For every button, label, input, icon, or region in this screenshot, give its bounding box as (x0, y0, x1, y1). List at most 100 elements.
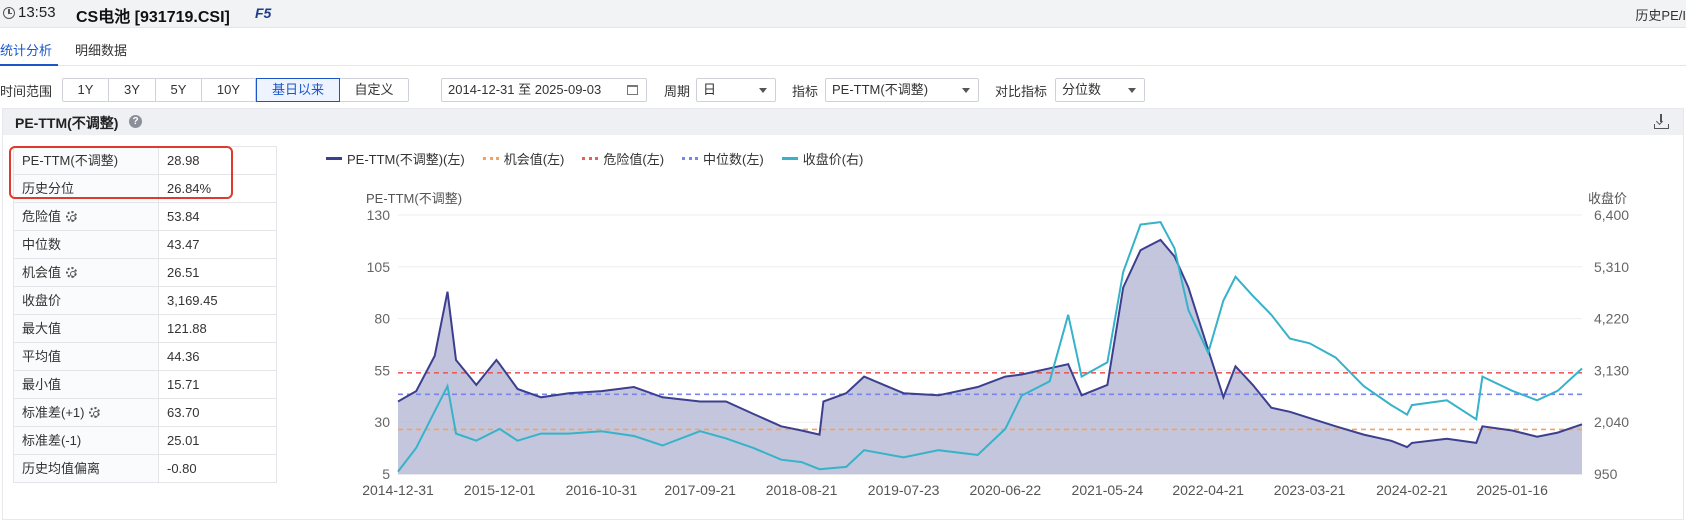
panel-header: PE-TTM(不调整) ? (3, 109, 1683, 135)
legend-swatch (482, 156, 499, 160)
compare-label: 对比指标 (995, 84, 1048, 99)
legend-item-median[interactable]: 中位数(左) (682, 150, 764, 167)
tab-bar: 统计分析 明细数据 (0, 30, 1686, 66)
stats-row: PE-TTM(不调整) 28.98 (14, 147, 277, 175)
date-range-picker[interactable]: 2014-12-31 至 2025-09-03 (441, 78, 647, 102)
right-axis-title: 收盘价 (1588, 191, 1628, 206)
legend-label: 危险值(左) (603, 151, 665, 167)
stat-value: 28.98 (159, 147, 277, 174)
clock-icon (3, 7, 15, 19)
stat-label: 最小值 (22, 377, 62, 392)
legend-item-close[interactable]: 收盘价(右) (781, 150, 864, 167)
stat-label-cell: 中位数 (14, 231, 159, 258)
stat-value: 44.36 (159, 343, 277, 370)
stats-row: 历史分位 26.84% (14, 175, 277, 203)
legend-item-pe[interactable]: PE-TTM(不调整)(左) (326, 150, 465, 167)
legend-item-opportunity[interactable]: 机会值(左) (482, 150, 565, 167)
stat-label-cell: 平均值 (14, 343, 159, 370)
download-icon[interactable] (1654, 114, 1669, 129)
stat-label: 中位数 (22, 237, 62, 252)
stat-label: 最大值 (22, 321, 62, 336)
filter-bar: 时间范围 1Y 3Y 5Y 10Y 基日以来 自定义 2014-12-31 至 … (0, 76, 1686, 102)
legend-label: PE-TTM(不调整)(左) (347, 151, 465, 167)
stat-value: 3,169.45 (159, 287, 277, 314)
compare-value: 分位数 (1062, 82, 1102, 97)
date-range-value: 2014-12-31 至 2025-09-03 (448, 82, 602, 97)
period-select[interactable]: 日 (696, 78, 776, 102)
tab-statistics[interactable]: 统计分析 (0, 40, 52, 59)
compare-select[interactable]: 分位数 (1055, 78, 1145, 102)
stat-value: 53.84 (159, 203, 277, 230)
chart-legend: PE-TTM(不调整)(左) 机会值(左) 危险值(左) 中位数(左) 收盘价(… (326, 150, 881, 167)
help-icon[interactable]: ? (129, 115, 142, 128)
legend-swatch (682, 156, 699, 160)
f5-hotkey-button[interactable]: F5 (255, 5, 271, 21)
active-tab-indicator (0, 64, 58, 66)
stat-label: 历史分位 (22, 181, 75, 196)
stat-label-cell: 最小值 (14, 371, 159, 398)
left-axis-title: PE-TTM(不调整) (366, 191, 463, 206)
stats-row: 最小值 15.71 (14, 371, 277, 399)
stat-label-cell: 机会值 (14, 259, 159, 286)
legend-swatch (326, 156, 342, 160)
gear-icon[interactable] (66, 267, 78, 278)
stats-row: 历史均值偏离 -0.80 (14, 455, 277, 483)
gear-icon[interactable] (89, 407, 101, 418)
range-3y-button[interactable]: 3Y (109, 79, 156, 101)
indicator-label: 指标 (792, 84, 819, 99)
stat-label-cell: PE-TTM(不调整) (14, 147, 159, 174)
range-custom-button[interactable]: 自定义 (340, 79, 408, 101)
stat-value: 43.47 (159, 231, 277, 258)
stats-row: 收盘价 3,169.45 (14, 287, 277, 315)
stat-label-cell: 标准差(-1) (14, 427, 159, 454)
stat-label-cell: 危险值 (14, 203, 159, 230)
stat-label: 标准差(-1) (22, 433, 82, 448)
time-range-label: 时间范围 (0, 84, 53, 99)
time-range-selector: 1Y 3Y 5Y 10Y 基日以来 自定义 (62, 78, 409, 102)
range-5y-button[interactable]: 5Y (156, 79, 202, 101)
stat-label: 收盘价 (22, 293, 62, 308)
history-pe-link[interactable]: 历史PE/I (1635, 5, 1686, 24)
security-title: CS电池 [931719.CSI] (76, 9, 230, 26)
stat-label: 平均值 (22, 349, 62, 364)
stats-row: 危险值 53.84 (14, 203, 277, 231)
stat-value: -0.80 (159, 455, 277, 482)
range-1y-button[interactable]: 1Y (63, 79, 109, 101)
stat-label: 危险值 (22, 209, 62, 224)
stat-value: 63.70 (159, 399, 277, 426)
clock-time: 13:53 (18, 4, 56, 21)
stat-value: 26.84% (159, 175, 277, 202)
stats-row: 中位数 43.47 (14, 231, 277, 259)
indicator-value: PE-TTM(不调整) (832, 82, 929, 97)
range-since-base-button[interactable]: 基日以来 (256, 78, 340, 102)
stat-label: 标准差(+1) (22, 405, 85, 420)
indicator-select[interactable]: PE-TTM(不调整) (825, 78, 979, 102)
chevron-down-icon (1128, 88, 1136, 93)
calendar-icon (627, 85, 638, 95)
stat-label-cell: 历史分位 (14, 175, 159, 202)
period-label: 周期 (664, 84, 691, 99)
stat-value: 121.88 (159, 315, 277, 342)
stats-table: PE-TTM(不调整) 28.98 历史分位 26.84% 危险值 53.84 中位数 43.… (13, 146, 277, 483)
stats-row: 最大值 121.88 (14, 315, 277, 343)
stats-row: 标准差(+1) 63.70 (14, 399, 277, 427)
range-10y-button[interactable]: 10Y (202, 79, 256, 101)
legend-swatch (781, 156, 798, 160)
stat-label-cell: 收盘价 (14, 287, 159, 314)
legend-item-danger[interactable]: 危险值(左) (582, 150, 665, 167)
legend-label: 中位数(左) (703, 151, 764, 167)
legend-label: 机会值(左) (503, 151, 565, 167)
legend-label: 收盘价(右) (802, 151, 864, 167)
period-value: 日 (703, 82, 717, 97)
tab-detail-data[interactable]: 明细数据 (75, 40, 127, 59)
panel-title: PE-TTM(不调整) (15, 115, 119, 131)
stat-value: 15.71 (159, 371, 277, 398)
stat-value: 26.51 (159, 259, 277, 286)
title-bar: 13:53 CS电池 [931719.CSI] F5 历史PE/I (0, 0, 1686, 28)
gear-icon[interactable] (66, 211, 78, 222)
stat-label: PE-TTM(不调整) (22, 153, 119, 168)
stat-label-cell: 历史均值偏离 (14, 455, 159, 482)
stats-row: 标准差(-1) 25.01 (14, 427, 277, 455)
chevron-down-icon (759, 88, 767, 93)
stat-value: 25.01 (159, 427, 277, 454)
